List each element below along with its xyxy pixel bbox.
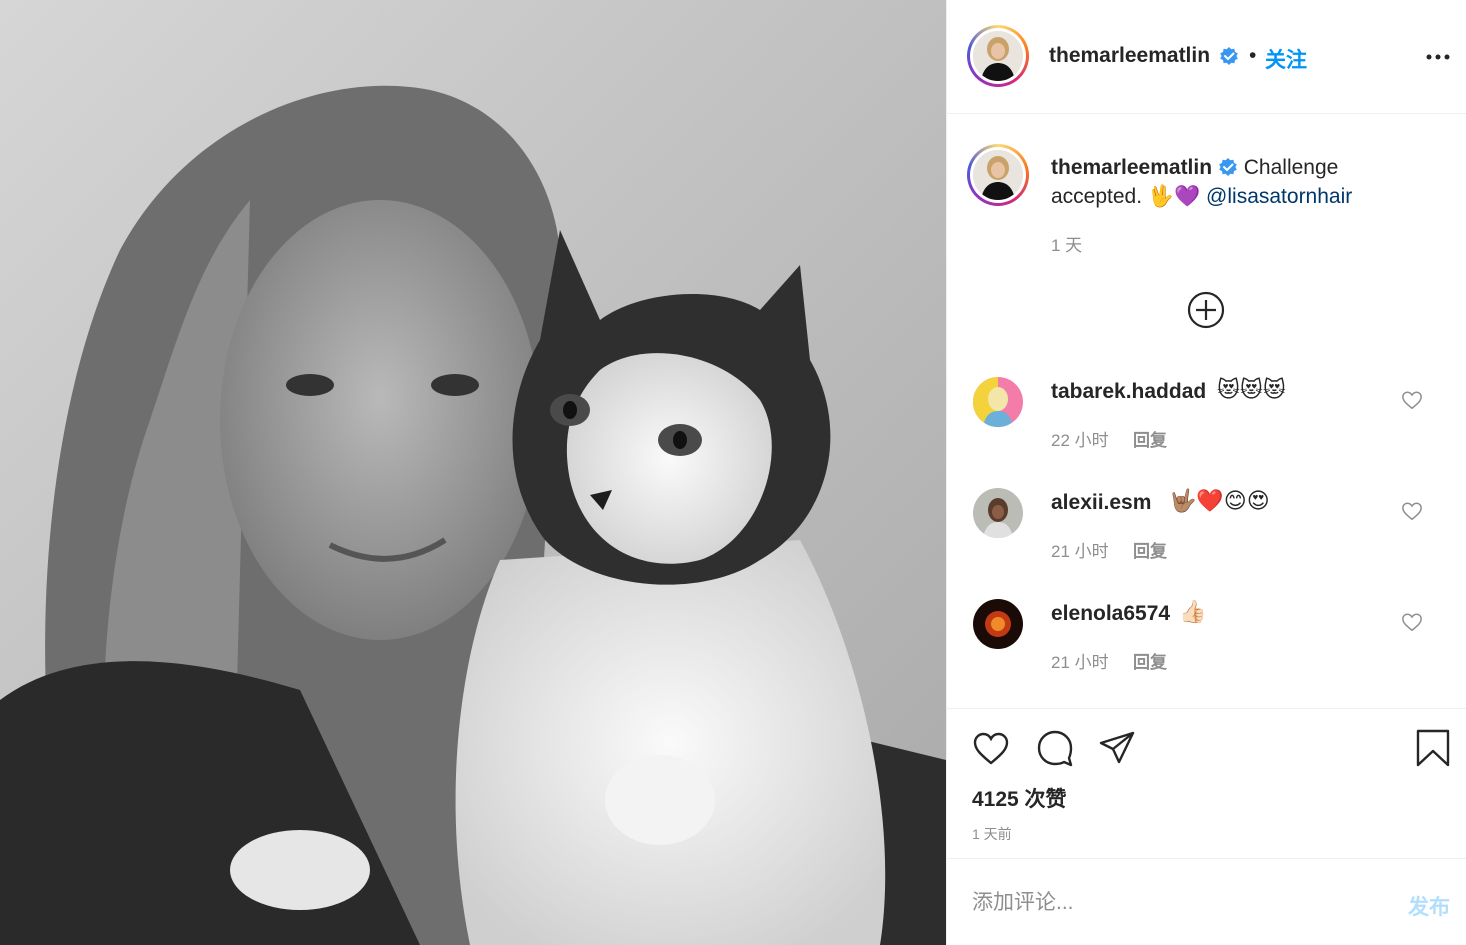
caption-avatar-image (973, 150, 1023, 200)
caption-mention[interactable]: @lisasatornhair (1206, 185, 1352, 208)
comment-timestamp: 22 小时 (1051, 431, 1109, 450)
comment-item: elenola6574 👍🏻 21 小时 回复 (947, 599, 1466, 699)
commenter-avatar[interactable] (973, 488, 1023, 538)
comment-timestamp: 21 小时 (1051, 653, 1109, 672)
heart-icon[interactable] (1401, 389, 1423, 411)
commenter-username[interactable]: elenola6574 (1051, 602, 1170, 626)
comment-item: alexii.esm 🤟🏽❤️😊😍 21 小时 回复 (947, 488, 1466, 588)
more-options-icon[interactable] (1425, 44, 1451, 70)
commenter-avatar[interactable] (973, 599, 1023, 649)
verified-badge-icon (1220, 47, 1238, 65)
comments-list[interactable]: themarleematlin Challenge accepted. 🖖💜 @… (947, 115, 1466, 707)
post-sidebar: themarleematlin • 关注 themarleematlin Cha… (946, 0, 1466, 945)
post-actions: 4125 次赞 1 天前 (947, 708, 1466, 858)
paper-plane-icon[interactable] (1097, 728, 1137, 768)
caption-timestamp: 1 天 (1051, 236, 1083, 255)
comment-input[interactable] (972, 885, 1372, 921)
comment-text: 👍🏻 (1179, 599, 1207, 624)
comment-text: 😻😻😻 (1217, 377, 1286, 402)
author-avatar-image (973, 31, 1023, 81)
commenter-avatar-image (973, 599, 1023, 649)
post-comment-button[interactable]: 发布 (1408, 891, 1450, 921)
reply-button[interactable]: 回复 (1133, 426, 1167, 451)
follow-button[interactable]: 关注 (1265, 44, 1307, 74)
comment-item: tabarek.haddad 😻😻😻 22 小时 回复 (947, 377, 1466, 477)
reply-button[interactable]: 回复 (1133, 648, 1167, 673)
heart-icon[interactable] (971, 728, 1011, 768)
heart-icon[interactable] (1401, 500, 1423, 522)
post-photo[interactable] (0, 0, 946, 945)
caption-author-avatar[interactable] (967, 144, 1029, 206)
heart-icon[interactable] (1401, 611, 1423, 633)
plus-circle-icon[interactable] (1186, 290, 1226, 330)
like-count[interactable]: 4125 次赞 (972, 783, 1067, 813)
post-header: themarleematlin • 关注 (947, 0, 1466, 114)
commenter-avatar[interactable] (973, 377, 1023, 427)
photo-woman-with-cat (0, 0, 946, 945)
add-comment-bar: 发布 (947, 858, 1466, 945)
comment-text: 🤟🏽❤️😊😍 (1169, 488, 1270, 513)
separator-dot: • (1249, 44, 1257, 67)
reply-button[interactable]: 回复 (1133, 537, 1167, 562)
caption-text: themarleematlin Challenge accepted. 🖖💜 @… (1051, 153, 1431, 211)
post-timestamp: 1 天前 (972, 826, 1012, 842)
commenter-avatar-image (973, 377, 1023, 427)
comment-bubble-icon[interactable] (1035, 728, 1075, 768)
commenter-avatar-image (973, 488, 1023, 538)
caption-username[interactable]: themarleematlin (1051, 156, 1212, 179)
comment-timestamp: 21 小时 (1051, 542, 1109, 561)
commenter-username[interactable]: alexii.esm (1051, 491, 1151, 515)
author-username[interactable]: themarleematlin (1049, 44, 1210, 68)
commenter-username[interactable]: tabarek.haddad (1051, 380, 1206, 404)
bookmark-icon[interactable] (1413, 728, 1453, 768)
verified-badge-icon (1219, 158, 1237, 176)
author-avatar[interactable] (967, 25, 1029, 87)
